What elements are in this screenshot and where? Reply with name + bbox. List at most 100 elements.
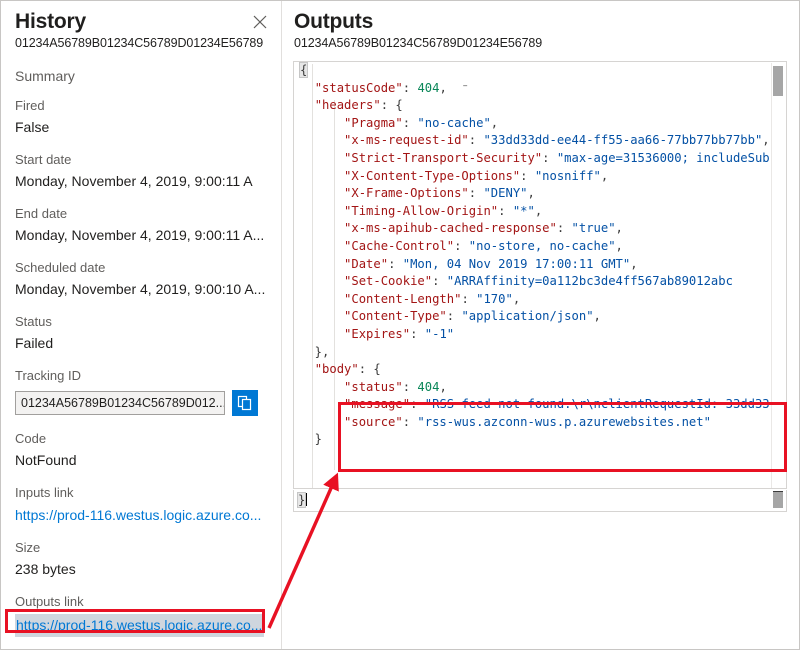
code-token-punc: { (298, 62, 309, 78)
code-line: "Cache-Control": "no-store, no-cache", (294, 238, 786, 256)
code-token-str: "true" (571, 221, 616, 236)
code-token-str: "nosniff" (534, 168, 601, 183)
outputs-code-editor[interactable]: { "statusCode": 404, ⁻ "headers": { "Pra… (293, 61, 787, 489)
code-token-key: "Cache-Control" (344, 238, 455, 253)
code-token-str: "33dd33dd-ee44-ff55-aa66-77bb77bb77bb" (483, 133, 763, 148)
code-token-punc (300, 221, 344, 235)
code-token-punc: : (402, 80, 418, 95)
code-token-punc (300, 151, 344, 165)
code-token-str: "-1" (424, 326, 455, 341)
code-token-key: "status" (344, 379, 403, 394)
code-token-punc (300, 239, 344, 253)
code-footer-line[interactable]: } (293, 490, 787, 512)
field-status: Status Failed (15, 313, 267, 353)
field-end-date-label: End date (15, 206, 68, 221)
field-size-value: 238 bytes (15, 561, 76, 577)
close-icon[interactable] (249, 11, 271, 33)
code-token-key: "Set-Cookie" (344, 274, 433, 289)
tracking-id-row: 01234A56789B01234C56789D012... (15, 390, 267, 416)
field-tracking-id: Tracking ID 01234A56789B01234C56789D012.… (15, 367, 267, 416)
inputs-link[interactable]: https://prod-116.westus.logic.azure.co..… (15, 505, 267, 525)
code-scrollbar-thumb[interactable] (773, 492, 783, 508)
code-token-punc: , (630, 256, 638, 271)
code-line: } (294, 431, 786, 449)
code-token-punc: : (468, 186, 484, 201)
code-line: "Expires": "-1" (294, 326, 786, 344)
field-tracking-id-label: Tracking ID (15, 368, 81, 383)
code-token-str: "RSS feed not found.\r\nclientRequestId:… (424, 397, 770, 412)
code-token-num: 404 (417, 379, 440, 394)
field-size-label: Size (15, 540, 41, 555)
code-vertical-scrollbar-thumb[interactable] (773, 66, 783, 96)
code-line: { (294, 62, 786, 80)
code-line: "x-ms-apihub-cached-response": "true", (294, 220, 786, 238)
code-token-punc: : (402, 115, 418, 130)
field-end-date-value: Monday, November 4, 2019, 9:00:11 A... (15, 227, 265, 243)
field-code-label: Code (15, 431, 47, 446)
code-token-key: "x-ms-apihub-cached-response" (344, 221, 557, 236)
code-footer-brace: } (296, 492, 307, 508)
history-run-id: 01234A56789B01234C56789D01234E56789 (15, 36, 264, 50)
code-token-punc (300, 81, 315, 95)
code-token-punc: , (534, 203, 543, 218)
code-token-punc: }, (300, 344, 330, 359)
code-token-key: "body" (314, 362, 359, 377)
code-token-punc (300, 397, 344, 411)
page-title: History (15, 10, 86, 33)
code-token-str: "max-age=31536000; includeSub (556, 150, 770, 165)
code-line: "Set-Cookie": "ARRAffinity=0a112bc3de4ff… (294, 273, 786, 291)
code-token-str: "ARRAffinity=0a112bc3de4ff567ab89012abc (446, 274, 733, 289)
code-line: }, (294, 344, 786, 362)
outputs-link[interactable]: https://prod-116.westus.logic.azure.co..… (15, 614, 265, 637)
history-panel: History 01234A56789B01234C56789D01234E56… (1, 1, 282, 649)
tracking-id-input[interactable]: 01234A56789B01234C56789D012... (15, 391, 225, 415)
copy-icon[interactable] (232, 390, 258, 416)
code-token-key: "Pragma" (344, 115, 403, 130)
code-token-punc (300, 98, 315, 112)
code-token-punc: : (556, 221, 572, 236)
code-token-key: "X-Content-Type-Options" (344, 168, 521, 183)
code-token-punc: : (461, 291, 477, 306)
code-token-punc: , (512, 291, 521, 306)
code-line: "Timing-Allow-Origin": "*", (294, 203, 786, 221)
code-line: "body": { (294, 361, 786, 379)
field-end-date: End date Monday, November 4, 2019, 9:00:… (15, 205, 267, 245)
field-code-value: NotFound (15, 452, 77, 468)
code-token-punc (300, 133, 344, 147)
field-start-date: Start date Monday, November 4, 2019, 9:0… (15, 151, 267, 191)
field-code: Code NotFound (15, 430, 267, 470)
code-token-punc: , (593, 309, 601, 324)
code-vertical-scrollbar[interactable] (772, 63, 785, 488)
code-token-str: "*" (512, 203, 535, 218)
code-token-punc (300, 309, 344, 323)
code-token-punc: : (410, 397, 425, 412)
code-token-punc: , (615, 238, 623, 253)
code-line: "X-Frame-Options": "DENY", (294, 185, 786, 203)
code-token-num: 404 (417, 80, 440, 95)
code-token-key: "source" (344, 414, 403, 429)
field-fired: Fired False (15, 97, 267, 137)
code-surface[interactable]: { "statusCode": 404, ⁻ "headers": { "Pra… (294, 62, 786, 488)
field-fired-value: False (15, 119, 50, 135)
code-line: "Content-Type": "application/json", (294, 308, 786, 326)
code-token-str: "no-cache" (417, 115, 491, 130)
code-token-key: "Expires" (344, 326, 411, 341)
code-token-str: "DENY" (483, 186, 528, 201)
code-token-punc: : (542, 150, 557, 165)
code-line: "x-ms-request-id": "33dd33dd-ee44-ff55-a… (294, 132, 786, 150)
code-token-punc: : { (358, 362, 381, 377)
code-token-punc (300, 415, 344, 429)
field-start-date-value: Monday, November 4, 2019, 9:00:11 A (15, 173, 253, 189)
code-token-punc (300, 362, 315, 376)
code-token-key: "message" (344, 397, 411, 412)
code-line: "Strict-Transport-Security": "max-age=31… (294, 150, 786, 168)
code-token-str: "application/json" (461, 309, 594, 324)
code-token-key: "headers" (314, 98, 381, 113)
code-token-punc (300, 186, 344, 200)
code-line: "X-Content-Type-Options": "nosniff", (294, 168, 786, 186)
code-token-key: "x-ms-request-id" (344, 133, 469, 148)
code-token-punc: : (446, 309, 462, 324)
code-token-str: "no-store, no-cache" (468, 238, 616, 253)
code-token-punc: } (300, 432, 323, 447)
code-line: "message": "RSS feed not found.\r\nclien… (294, 396, 786, 414)
